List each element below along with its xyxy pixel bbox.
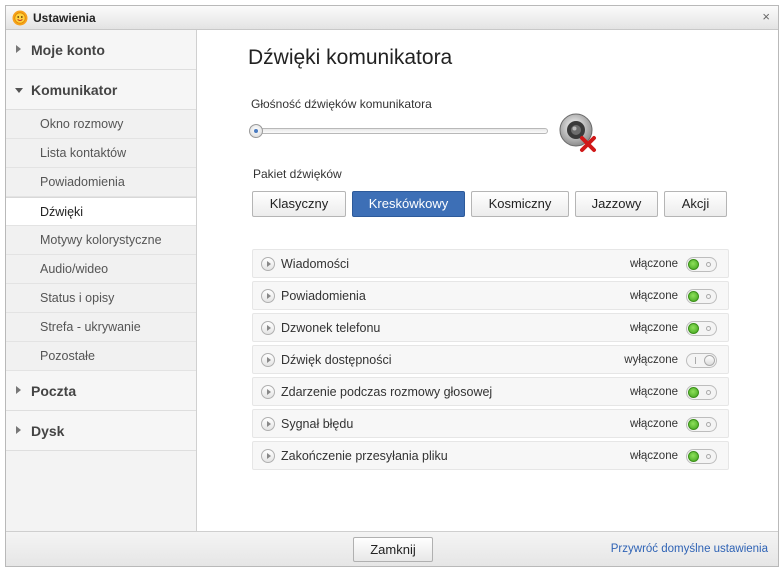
sidebar-item-okno-rozmowy[interactable]: Okno rozmowy [6, 110, 196, 139]
sound-toggle[interactable] [686, 417, 717, 432]
sound-row-dzwonek: Dzwonek telefonu włączone [252, 313, 729, 342]
restore-defaults-link[interactable]: Przywróć domyślne ustawienia [611, 543, 768, 555]
sound-row-dostepnosc: Dźwięk dostępności wyłączone [252, 345, 729, 374]
main-panel: Dźwięki komunikatora Głośność dźwięków k… [198, 30, 778, 531]
play-icon[interactable] [261, 321, 275, 335]
sidebar-item-label: Pozostałe [40, 349, 95, 363]
footer-bar: Zamknij Przywróć domyślne ustawienia [6, 531, 778, 566]
sound-name: Zdarzenie podczas rozmowy głosowej [281, 385, 493, 399]
sound-state: włączone [630, 386, 678, 398]
play-icon[interactable] [261, 385, 275, 399]
sound-toggle[interactable] [686, 353, 717, 368]
sound-name: Sygnał błędu [281, 417, 354, 431]
volume-label: Głośność dźwięków komunikatora [251, 97, 432, 111]
sound-toggle[interactable] [686, 321, 717, 336]
sound-state: włączone [630, 258, 678, 270]
pack-button-kreskowkowy[interactable]: Kreskówkowy [352, 191, 465, 217]
speaker-muted-icon[interactable] [558, 110, 602, 154]
sound-row-powiadomienia: Powiadomienia włączone [252, 281, 729, 310]
sound-name: Dźwięk dostępności [281, 353, 392, 367]
play-icon[interactable] [261, 353, 275, 367]
pack-button-akcji[interactable]: Akcji [664, 191, 727, 217]
sidebar-section-dysk[interactable]: Dysk [6, 411, 196, 451]
sidebar-section-label: Komunikator [31, 82, 118, 98]
sidebar-item-powiadomienia[interactable]: Powiadomienia [6, 168, 196, 197]
sidebar-item-label: Status i opisy [40, 291, 115, 305]
sidebar-item-pozostale[interactable]: Pozostałe [6, 342, 196, 371]
sounds-list: Wiadomości włączone Powiadomienia włączo… [252, 249, 729, 473]
sidebar-section-label: Dysk [31, 423, 65, 439]
play-icon[interactable] [261, 417, 275, 431]
pack-button-klasyczny[interactable]: Klasyczny [252, 191, 346, 217]
sidebar-section-label: Moje konto [31, 42, 105, 58]
sound-toggle[interactable] [686, 257, 717, 272]
sidebar-item-motywy[interactable]: Motywy kolorystyczne [6, 226, 196, 255]
sound-row-wiadomosci: Wiadomości włączone [252, 249, 729, 278]
pack-button-kosmiczny[interactable]: Kosmiczny [471, 191, 569, 217]
app-sun-icon [12, 10, 28, 26]
sidebar-item-audio-wideo[interactable]: Audio/wideo [6, 255, 196, 284]
settings-window: Ustawienia × Moje konto Komunikator Okno… [5, 5, 779, 567]
volume-slider-track[interactable] [252, 128, 548, 134]
sidebar-item-label: Lista kontaktów [40, 146, 127, 160]
sidebar-item-label: Motywy kolorystyczne [40, 233, 162, 247]
sidebar-item-label: Okno rozmowy [40, 117, 124, 131]
sidebar-item-strefa[interactable]: Strefa - ukrywanie [6, 313, 196, 342]
volume-slider-thumb[interactable] [249, 124, 263, 138]
sound-state: włączone [630, 322, 678, 334]
sound-toggle[interactable] [686, 449, 717, 464]
sidebar-section-komunikator[interactable]: Komunikator [6, 70, 196, 110]
sound-pack-label: Pakiet dźwięków [253, 167, 342, 181]
play-icon[interactable] [261, 449, 275, 463]
sidebar-item-label: Strefa - ukrywanie [40, 320, 141, 334]
window-title: Ustawienia [33, 11, 96, 25]
sound-toggle[interactable] [686, 289, 717, 304]
page-title: Dźwięki komunikatora [248, 46, 453, 69]
chevron-right-icon [16, 45, 21, 53]
sound-name: Wiadomości [281, 257, 350, 271]
sound-state: włączone [630, 290, 678, 302]
pack-button-jazzowy[interactable]: Jazzowy [575, 191, 658, 217]
sidebar-section-poczta[interactable]: Poczta [6, 371, 196, 411]
sound-name: Powiadomienia [281, 289, 366, 303]
sound-state: włączone [630, 418, 678, 430]
sound-state: włączone [630, 450, 678, 462]
sound-state: wyłączone [624, 354, 678, 366]
sound-row-przesylanie-pliku: Zakończenie przesyłania pliku włączone [252, 441, 729, 470]
play-icon[interactable] [261, 289, 275, 303]
sidebar-section-label: Poczta [31, 383, 77, 399]
close-button[interactable]: Zamknij [353, 537, 433, 562]
play-icon[interactable] [261, 257, 275, 271]
sidebar-item-lista-kontaktow[interactable]: Lista kontaktów [6, 139, 196, 168]
sidebar-item-label: Dźwięki [40, 205, 84, 219]
sound-name: Zakończenie przesyłania pliku [281, 449, 448, 463]
title-bar: Ustawienia × [6, 6, 778, 30]
chevron-right-icon [16, 386, 21, 394]
sound-row-sygnal-bledu: Sygnał błędu włączone [252, 409, 729, 438]
sidebar-item-label: Powiadomienia [40, 175, 125, 189]
chevron-right-icon [16, 426, 21, 434]
sidebar-item-status[interactable]: Status i opisy [6, 284, 196, 313]
sidebar-section-moje-konto[interactable]: Moje konto [6, 30, 196, 70]
sound-row-rozmowa-glosowa: Zdarzenie podczas rozmowy głosowej włącz… [252, 377, 729, 406]
sidebar: Moje konto Komunikator Okno rozmowy List… [6, 30, 197, 531]
sidebar-item-dzwieki[interactable]: Dźwięki [6, 197, 196, 226]
sound-toggle[interactable] [686, 385, 717, 400]
sound-name: Dzwonek telefonu [281, 321, 381, 335]
chevron-down-icon [15, 88, 23, 93]
close-window-icon[interactable]: × [762, 9, 770, 24]
sidebar-item-label: Audio/wideo [40, 262, 109, 276]
